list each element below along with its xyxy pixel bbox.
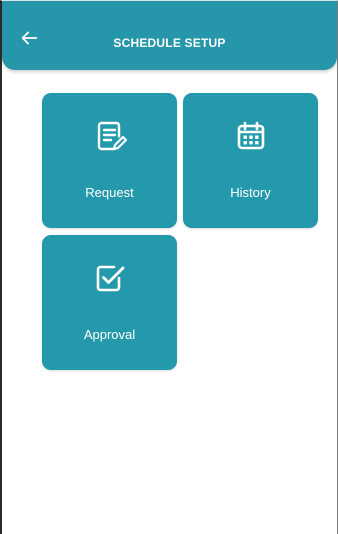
history-label: History <box>230 185 271 200</box>
schedule-setup-screen: SCHEDULE SETUP Request History Approval <box>0 0 338 534</box>
approval-label: Approval <box>83 327 136 342</box>
calendar-icon <box>237 121 264 150</box>
checkbox-icon <box>96 265 124 292</box>
request-label: Request <box>85 185 134 200</box>
document-edit-icon <box>97 121 127 151</box>
app-bar: SCHEDULE SETUP <box>2 1 337 70</box>
page-title: SCHEDULE SETUP <box>113 36 226 50</box>
approval-tile[interactable]: Approval <box>42 235 177 370</box>
history-tile[interactable]: History <box>183 93 318 228</box>
request-tile[interactable]: Request <box>42 93 177 228</box>
